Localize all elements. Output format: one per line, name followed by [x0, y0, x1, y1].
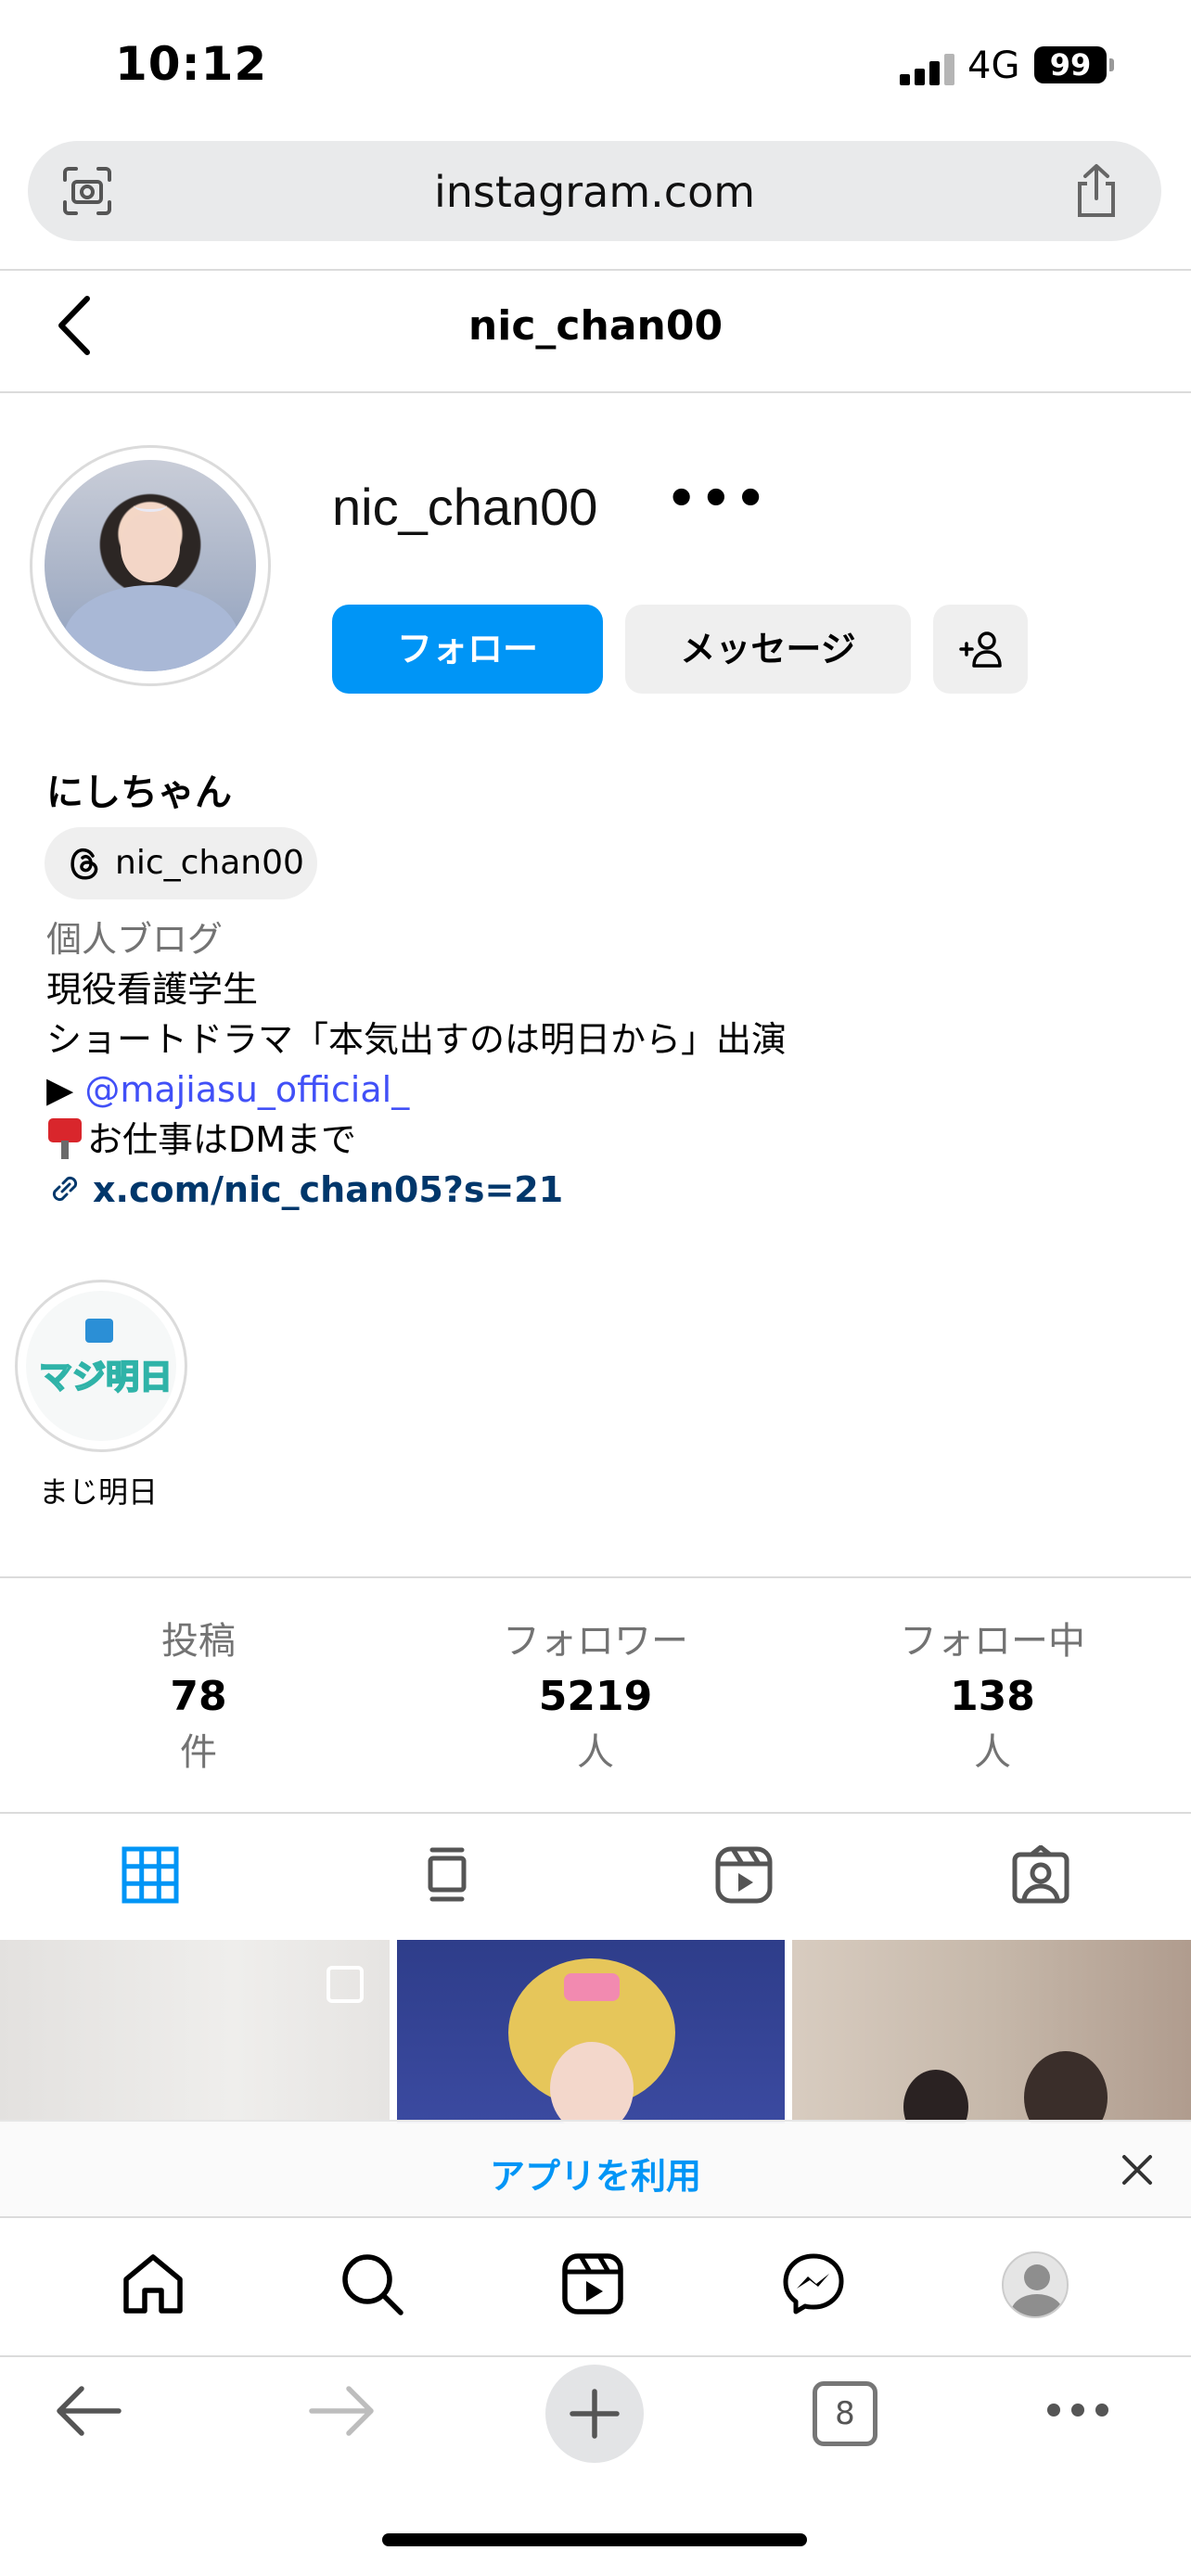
link-icon — [52, 1176, 78, 1202]
battery-icon: 99 — [1034, 46, 1107, 83]
stat-label: フォロワー — [503, 1620, 688, 1663]
back-arrow-icon[interactable] — [56, 2383, 122, 2439]
message-button[interactable]: メッセージ — [625, 605, 911, 694]
bio-line: 現役看護学生 — [46, 969, 259, 1010]
divider — [0, 1576, 1191, 1578]
divider — [0, 2355, 1191, 2357]
signal-icon — [900, 52, 955, 85]
post-thumbnail[interactable] — [397, 1940, 785, 2123]
status-time: 10:12 — [115, 37, 268, 91]
home-icon[interactable] — [121, 2251, 186, 2316]
display-name: にしちゃん — [46, 772, 232, 814]
new-tab-button[interactable] — [545, 2365, 644, 2463]
spacer — [0, 2220, 1191, 2222]
search-icon[interactable] — [339, 2251, 404, 2316]
threads-handle: nic_chan00 — [115, 844, 304, 882]
stat-posts: 投稿 78 件 — [0, 1613, 397, 1780]
profile-nav-avatar[interactable] — [1002, 2251, 1069, 2318]
feed-icon[interactable] — [417, 1845, 477, 1905]
external-link[interactable]: x.com/nic_chan05?s=21 — [93, 1169, 563, 1210]
messenger-icon[interactable] — [781, 2251, 846, 2316]
divider — [0, 391, 1191, 393]
reels-icon[interactable] — [714, 1845, 774, 1905]
stat-value: 138 — [950, 1673, 1035, 1720]
tab-switcher-button[interactable]: 8 — [813, 2381, 877, 2446]
more-options-button[interactable]: ••• — [666, 471, 770, 527]
network-type: 4G — [967, 45, 1020, 87]
stat-label: フォロー中 — [900, 1620, 1085, 1663]
stat-value: 78 — [170, 1673, 227, 1720]
bio-line: お仕事はDMまで — [46, 1115, 356, 1165]
bio-contact-text: お仕事はDMまで — [87, 1119, 357, 1160]
highlight-label: まじ明日 — [39, 1474, 159, 1510]
battery-tip — [1109, 58, 1114, 71]
avatar[interactable] — [45, 460, 256, 671]
suggest-users-button[interactable] — [933, 605, 1028, 694]
reels-nav-icon[interactable] — [560, 2251, 625, 2316]
url-text: instagram.com — [433, 167, 756, 217]
highlight-cover[interactable]: マジ明日 — [26, 1291, 176, 1441]
home-indicator — [382, 2533, 807, 2546]
profile-username: nic_chan00 — [332, 478, 598, 536]
open-app-link[interactable]: アプリを利用 — [0, 2148, 1191, 2199]
stat-unit: 件 — [180, 1731, 217, 1774]
post-thumbnail[interactable] — [792, 1940, 1191, 2123]
mailbox-icon — [46, 1118, 83, 1159]
bio-link-row[interactable]: x.com/nic_chan05?s=21 — [46, 1165, 563, 1215]
carousel-icon — [327, 1966, 364, 2003]
highlight-logo: マジ明日 — [38, 1358, 173, 1397]
plus-icon — [570, 2389, 620, 2439]
stat-unit: 人 — [577, 1731, 614, 1774]
status-bar: 10:12 4G 99 — [0, 0, 1191, 130]
tagged-icon[interactable] — [1011, 1845, 1070, 1905]
url-bar[interactable]: instagram.com — [28, 141, 1161, 241]
mention-link[interactable]: @majiasu_official_ — [84, 1069, 409, 1110]
play-marker: ▶ — [46, 1069, 74, 1110]
threads-badge[interactable]: nic_chan00 — [45, 827, 317, 899]
stat-value: 5219 — [538, 1673, 653, 1720]
forward-arrow-icon[interactable] — [308, 2383, 375, 2439]
bio-line: ショートドラマ「本気出すのは明日から」出演 — [46, 1019, 788, 1060]
stat-label: 投稿 — [161, 1620, 236, 1663]
close-icon[interactable] — [1121, 2153, 1154, 2187]
add-person-icon — [959, 631, 1002, 668]
clock-sign-icon — [85, 1319, 113, 1343]
stat-unit: 人 — [974, 1731, 1011, 1774]
follow-button[interactable]: フォロー — [332, 605, 603, 694]
profile-category: 個人ブログ — [46, 919, 224, 960]
bio-line: ▶ @majiasu_official_ — [46, 1065, 409, 1115]
more-icon[interactable] — [1044, 2396, 1111, 2424]
share-icon[interactable] — [1072, 163, 1121, 219]
divider — [0, 1812, 1191, 1814]
page-title: nic_chan00 — [467, 302, 724, 350]
stat-following[interactable]: フォロー中 138 人 — [794, 1613, 1191, 1780]
grid-icon[interactable] — [121, 1845, 180, 1905]
open-app-banner[interactable]: アプリを利用 — [0, 2120, 1191, 2218]
divider — [0, 269, 1191, 271]
post-thumbnail[interactable] — [0, 1940, 390, 2123]
threads-icon — [70, 848, 98, 880]
stat-followers[interactable]: フォロワー 5219 人 — [397, 1613, 794, 1780]
